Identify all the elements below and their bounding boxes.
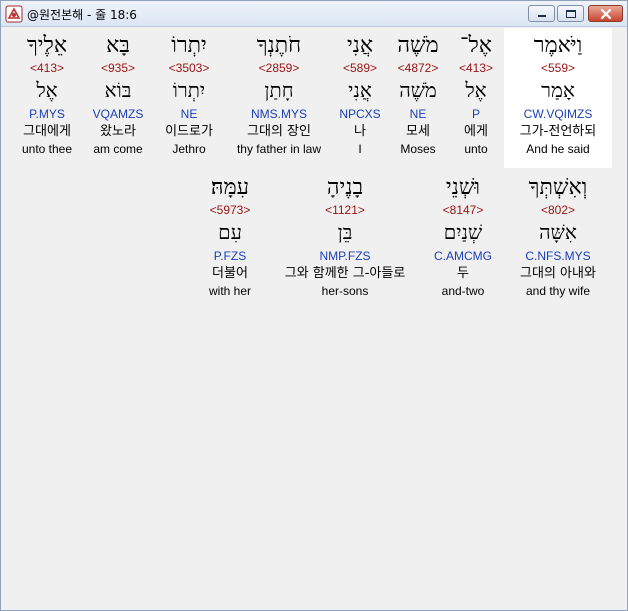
minimize-icon (538, 15, 546, 17)
root-word: אָמַר (541, 78, 575, 102)
korean-gloss: 두 (457, 266, 469, 281)
strong-number[interactable]: <2859> (228, 60, 330, 76)
parse-code: C.NFS.MYS (525, 249, 591, 263)
maximize-icon (566, 10, 576, 18)
korean-gloss: 그대의 아내와 (520, 266, 596, 281)
parse-code: NPCXS (339, 107, 381, 121)
english-gloss: unto thee (21, 142, 73, 156)
app-window: @원전본해 - 줄 18:6 וַיֹּאמֶר <559> אָמַר CW.… (0, 0, 628, 611)
parse-code: P.FZS (213, 249, 247, 263)
english-gloss: unto (464, 142, 488, 156)
parse-code: NMS.MYS (250, 107, 307, 121)
english-gloss: am come (93, 142, 143, 156)
hebrew-word: וְאִשְׁתְּךָ (528, 175, 588, 200)
root-word: יִתְרוֹ (172, 78, 206, 102)
root-word: אֶל (465, 78, 487, 102)
hebrew-word: וַיֹּאמֶר (533, 33, 583, 58)
strong-number[interactable]: <413> (448, 60, 504, 76)
close-button[interactable] (588, 5, 623, 22)
word-block[interactable]: יִתְרוֹ <3503> יִתְרוֹ NE 이드로가 Jethro (156, 32, 222, 157)
close-icon (600, 8, 612, 20)
root-word: בֵּן (337, 220, 353, 244)
parse-code: NE (409, 107, 427, 121)
hebrew-word: מֹשֶׁה (397, 33, 439, 58)
root-word: עִם (218, 220, 242, 244)
root-word: שְׁנַיִם (443, 220, 483, 244)
parse-code: P.MYS (29, 107, 65, 121)
english-gloss: her-sons (321, 284, 369, 298)
word-block[interactable]: בָּא <935> בּוֹא VQAMZS 왔노라 am come (86, 32, 150, 157)
strong-number[interactable]: <935> (86, 60, 150, 76)
korean-gloss: 왔노라 (100, 124, 136, 139)
korean-gloss: 나 (354, 124, 366, 139)
strong-number[interactable]: <413> (12, 60, 82, 76)
hebrew-word: בָּא (106, 33, 130, 58)
interlinear-view[interactable]: וַיֹּאמֶר <559> אָמַר CW.VQIMZS 그가-전언하되 … (2, 28, 627, 610)
hebrew-word: אֶל־ (460, 33, 492, 58)
root-word: חָתַן (264, 78, 294, 102)
hebrew-word: וּשְׁנֵי (445, 175, 481, 200)
strong-number[interactable]: <802> (504, 202, 612, 218)
parse-code: P (471, 107, 480, 121)
parse-code: C.AMCMG (434, 249, 492, 263)
english-gloss: thy father in law (236, 142, 322, 156)
title-bar[interactable]: @원전본해 - 줄 18:6 (1, 1, 627, 27)
hebrew-word: חֹתֶנְךָ (256, 33, 302, 58)
root-word: אֲנִי (348, 78, 372, 102)
korean-gloss: 더불어 (212, 266, 248, 281)
word-block[interactable]: אֶל־ <413> אֶל P 에게 unto (448, 32, 504, 157)
korean-gloss: 그와 함께한 그-아들로 (284, 266, 406, 281)
hebrew-word: בָנֶיהָ (326, 175, 364, 200)
minimize-button[interactable] (528, 5, 555, 22)
english-gloss: I (358, 142, 362, 156)
root-word: אֶל (36, 78, 58, 102)
root-word: בּוֹא (104, 78, 132, 102)
strong-number[interactable]: <4872> (390, 60, 446, 76)
word-block[interactable]: עִמָּהּ׃ <5973> עִם P.FZS 더불어 with her (198, 174, 262, 299)
word-block[interactable]: אֲנִי <589> אֲנִי NPCXS 나 I (334, 32, 386, 157)
root-word: מֹשֶׁה (399, 78, 437, 102)
word-block[interactable]: אֵלֶיךָ <413> אֶל P.MYS 그대에게 unto thee (12, 32, 82, 157)
maximize-button[interactable] (557, 5, 584, 22)
korean-gloss: 그대의 장인 (247, 124, 311, 139)
english-gloss: and thy wife (525, 284, 591, 298)
korean-gloss: 에게 (464, 124, 488, 139)
word-block[interactable]: וַיֹּאמֶר <559> אָמַר CW.VQIMZS 그가-전언하되 … (504, 32, 612, 157)
parse-code: NMP.FZS (319, 249, 371, 263)
english-gloss: And he said (526, 142, 590, 156)
word-block[interactable]: בָנֶיהָ <1121> בֵּן NMP.FZS 그와 함께한 그-아들로… (268, 174, 422, 299)
strong-number[interactable]: <5973> (198, 202, 262, 218)
english-gloss: with her (208, 284, 252, 298)
hebrew-word: יִתְרוֹ (171, 33, 207, 58)
english-gloss: and-two (441, 284, 485, 298)
word-block[interactable]: וּשְׁנֵי <8147> שְׁנַיִם C.AMCMG 두 and-t… (428, 174, 498, 299)
korean-gloss: 그대에게 (23, 124, 71, 139)
hebrew-word: אֲנִי (346, 33, 374, 58)
strong-number[interactable]: <589> (334, 60, 386, 76)
parse-code: NE (180, 107, 198, 121)
word-block[interactable]: חֹתֶנְךָ <2859> חָתַן NMS.MYS 그대의 장인 thy… (228, 32, 330, 157)
word-block[interactable]: וְאִשְׁתְּךָ <802> אִשָּׁה C.NFS.MYS 그대의… (504, 174, 612, 299)
strong-number[interactable]: <559> (504, 60, 612, 76)
parse-code: CW.VQIMZS (523, 107, 593, 121)
strong-number[interactable]: <1121> (268, 202, 422, 218)
korean-gloss: 그가-전언하되 (519, 124, 597, 139)
strong-number[interactable]: <3503> (156, 60, 222, 76)
strong-number[interactable]: <8147> (428, 202, 498, 218)
english-gloss: Moses (400, 142, 436, 156)
hebrew-word: עִמָּהּ׃ (210, 175, 250, 200)
word-block[interactable]: מֹשֶׁה <4872> מֹשֶׁה NE 모세 Moses (390, 32, 446, 157)
korean-gloss: 모세 (406, 124, 430, 139)
english-gloss: Jethro (172, 142, 206, 156)
korean-gloss: 이드로가 (165, 124, 213, 139)
root-word: אִשָּׁה (539, 220, 577, 244)
hebrew-word: אֵלֶיךָ (26, 33, 68, 58)
parse-code: VQAMZS (92, 107, 144, 121)
window-title: @원전본해 - 줄 18:6 (27, 8, 137, 22)
app-logo-icon (5, 5, 23, 23)
